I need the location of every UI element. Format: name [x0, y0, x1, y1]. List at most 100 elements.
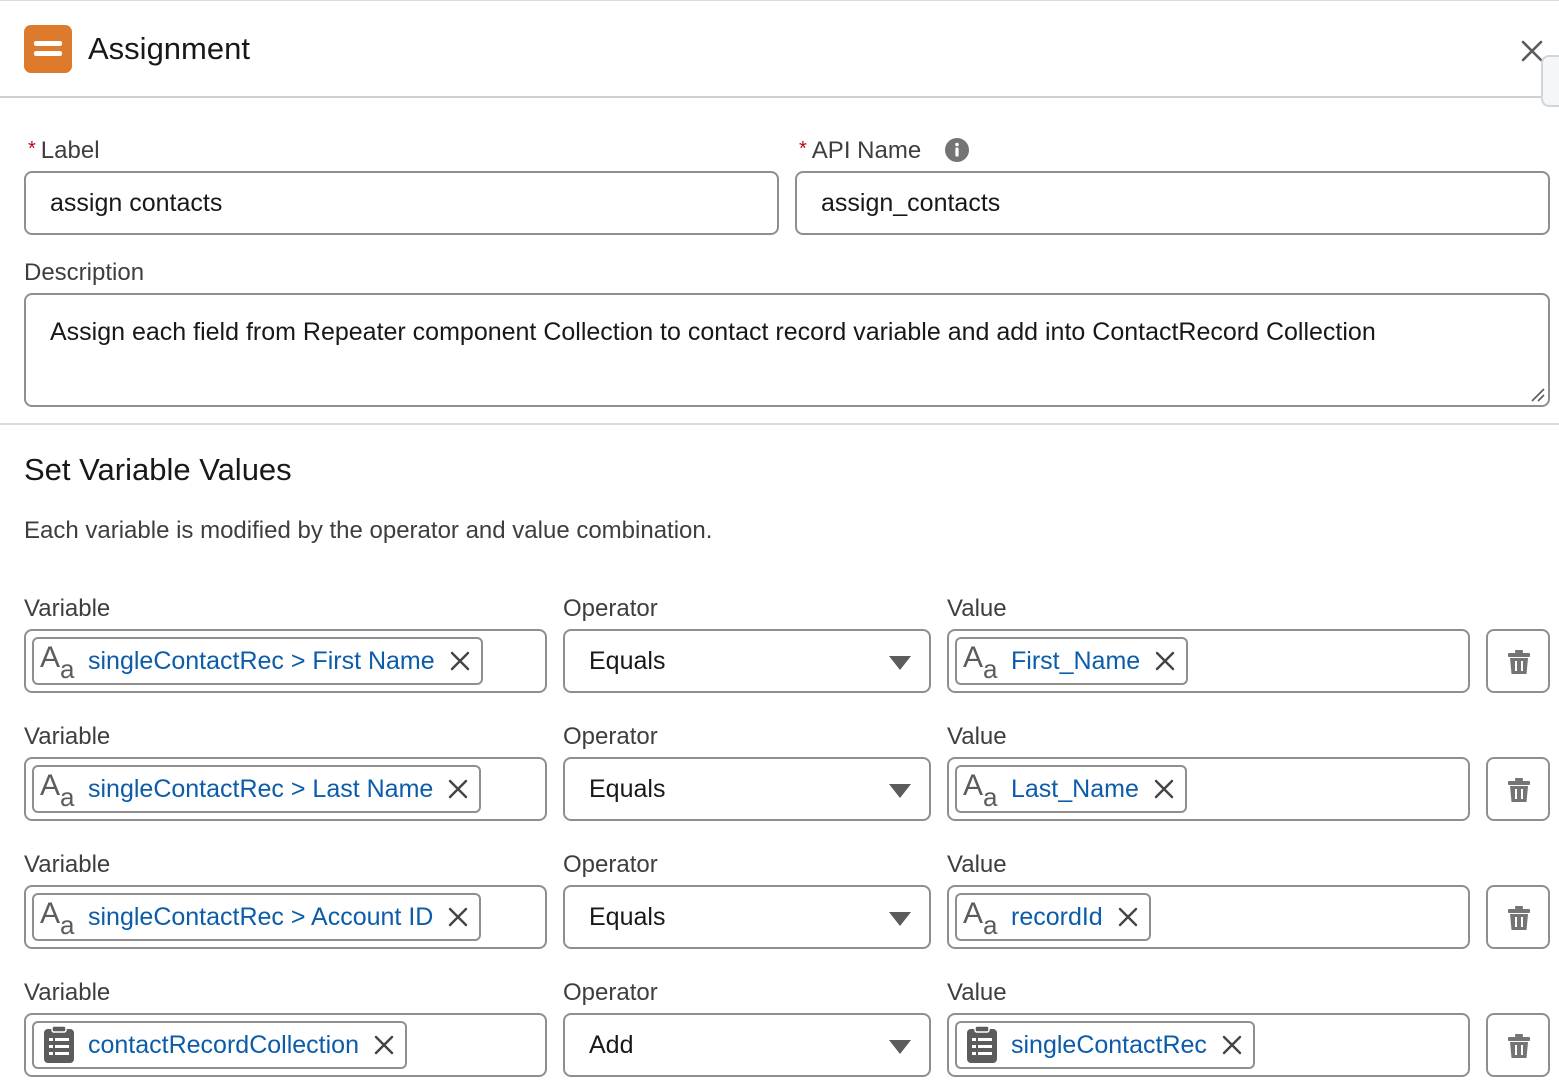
text-type-icon: Aa — [963, 769, 998, 809]
value-label: Value — [947, 595, 1007, 622]
variable-pill[interactable]: contactRecordCollection — [32, 1021, 407, 1069]
api-name-input[interactable]: assign_contacts — [795, 171, 1550, 235]
variable-pill-label: singleContactRec > First Name — [88, 647, 435, 675]
value-pill-label: singleContactRec — [1011, 1031, 1207, 1059]
text-type-icon: Aa — [963, 641, 998, 681]
remove-pill-icon[interactable] — [447, 648, 473, 674]
remove-pill-icon[interactable] — [445, 904, 471, 930]
value-pill-label: Last_Name — [1011, 775, 1139, 803]
operator-selected: Add — [589, 1031, 634, 1059]
remove-pill-icon[interactable] — [1219, 1032, 1245, 1058]
operator-selected: Equals — [589, 775, 666, 803]
trash-icon — [1508, 1034, 1530, 1058]
variable-label: Variable — [24, 851, 111, 878]
panel-title: Assignment — [88, 31, 250, 66]
value-label: Value — [947, 851, 1007, 878]
value-combobox[interactable]: Aa recordId — [947, 885, 1470, 949]
resize-grip-icon[interactable] — [1528, 385, 1546, 403]
svg-text:a: a — [60, 782, 75, 809]
value-pill-label: First_Name — [1011, 647, 1141, 675]
section-description: Each variable is modified by the operato… — [24, 517, 713, 544]
svg-text:a: a — [983, 654, 998, 681]
variable-pill-label: singleContactRec > Last Name — [88, 775, 434, 803]
label-field-label: * Label — [28, 136, 100, 167]
variable-pill-label: contactRecordCollection — [88, 1031, 359, 1059]
svg-text:A: A — [40, 641, 60, 674]
variable-label: Variable — [24, 979, 111, 1006]
variable-label: Variable — [24, 595, 111, 622]
chevron-down-icon — [889, 656, 911, 670]
variable-pill[interactable]: Aa singleContactRec > Last Name — [32, 765, 482, 813]
chevron-down-icon — [889, 784, 911, 798]
text-type-icon: Aa — [40, 897, 75, 937]
chevron-down-icon — [889, 912, 911, 926]
operator-select[interactable]: Equals — [563, 757, 931, 821]
value-combobox[interactable]: Aa Last_Name — [947, 757, 1470, 821]
svg-text:A: A — [40, 897, 60, 930]
svg-text:a: a — [983, 782, 998, 809]
value-combobox[interactable]: Aa First_Name — [947, 629, 1470, 693]
label-input[interactable]: assign contacts — [24, 171, 779, 235]
svg-text:a: a — [983, 910, 998, 937]
operator-label: Operator — [563, 851, 658, 878]
variable-combobox[interactable]: Aa singleContactRec > Last Name — [24, 757, 547, 821]
text-type-icon: Aa — [963, 897, 998, 937]
section-divider — [0, 423, 1559, 425]
description-textarea[interactable]: Assign each field from Repeater componen… — [24, 293, 1550, 407]
remove-pill-icon[interactable] — [1115, 904, 1141, 930]
variable-combobox[interactable]: Aa singleContactRec > First Name — [24, 629, 547, 693]
operator-select[interactable]: Equals — [563, 885, 931, 949]
value-combobox[interactable]: singleContactRec — [947, 1013, 1470, 1077]
trash-icon — [1508, 778, 1530, 802]
operator-select[interactable]: Equals — [563, 629, 931, 693]
scroll-handle[interactable] — [1541, 55, 1559, 107]
operator-label: Operator — [563, 595, 658, 622]
delete-row-button[interactable] — [1486, 1013, 1550, 1077]
delete-row-button[interactable] — [1486, 757, 1550, 821]
operator-selected: Equals — [589, 647, 666, 675]
variable-pill-label: singleContactRec > Account ID — [88, 903, 434, 931]
svg-text:A: A — [963, 769, 983, 802]
svg-text:a: a — [60, 654, 75, 681]
variable-combobox[interactable]: Aa singleContactRec > Account ID — [24, 885, 547, 949]
svg-text:A: A — [963, 897, 983, 930]
operator-label: Operator — [563, 723, 658, 750]
assignment-icon — [24, 25, 72, 73]
required-mark: * — [799, 138, 807, 160]
value-pill-label: recordId — [1011, 903, 1103, 931]
value-label: Value — [947, 979, 1007, 1006]
variable-label: Variable — [24, 723, 111, 750]
panel-header: Assignment — [0, 1, 1559, 107]
remove-pill-icon[interactable] — [1152, 648, 1178, 674]
value-pill[interactable]: singleContactRec — [955, 1021, 1255, 1069]
description-label: Description — [24, 259, 145, 286]
delete-row-button[interactable] — [1486, 629, 1550, 693]
variable-pill[interactable]: Aa singleContactRec > First Name — [32, 637, 483, 685]
collection-icon — [44, 1025, 74, 1063]
text-type-icon: Aa — [40, 641, 75, 681]
operator-selected: Equals — [589, 903, 666, 931]
svg-text:a: a — [60, 910, 75, 937]
remove-pill-icon[interactable] — [445, 776, 471, 802]
remove-pill-icon[interactable] — [371, 1032, 397, 1058]
svg-text:A: A — [963, 641, 983, 674]
trash-icon — [1508, 906, 1530, 930]
value-pill[interactable]: Aa Last_Name — [955, 765, 1187, 813]
variable-pill[interactable]: Aa singleContactRec > Account ID — [32, 893, 482, 941]
chevron-down-icon — [889, 1040, 911, 1054]
value-pill[interactable]: Aa First_Name — [955, 637, 1189, 685]
label-field-title: Label — [40, 137, 100, 164]
remove-pill-icon[interactable] — [1151, 776, 1177, 802]
variable-combobox[interactable]: contactRecordCollection — [24, 1013, 547, 1077]
text-type-icon: Aa — [40, 769, 75, 809]
value-pill[interactable]: Aa recordId — [955, 893, 1151, 941]
operator-select[interactable]: Add — [563, 1013, 931, 1077]
section-title: Set Variable Values — [24, 452, 292, 487]
trash-icon — [1508, 650, 1530, 674]
value-label: Value — [947, 723, 1007, 750]
info-icon[interactable] — [944, 137, 970, 163]
api-name-field-label: * API Name — [799, 136, 921, 167]
delete-row-button[interactable] — [1486, 885, 1550, 949]
collection-icon — [967, 1025, 997, 1063]
api-name-field-title: API Name — [811, 137, 922, 164]
